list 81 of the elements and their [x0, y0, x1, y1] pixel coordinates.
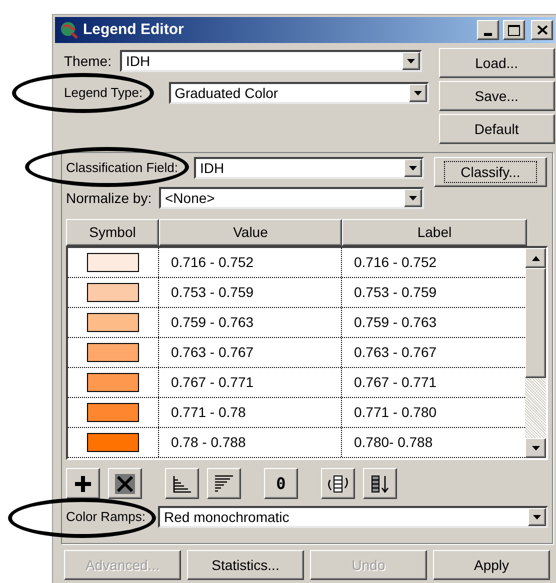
dropdown-value: <None>	[164, 188, 216, 208]
dialog-button[interactable]: Save...	[438, 81, 555, 111]
color-swatch[interactable]	[87, 373, 139, 392]
color-swatch[interactable]	[87, 253, 139, 272]
close-icon	[536, 25, 548, 35]
reverse-order-icon	[370, 474, 390, 494]
dropdown-field[interactable]: Red monochromatic	[158, 506, 548, 528]
table-cell-text: 0.767 - 0.771	[353, 373, 438, 392]
table-cell-text: 0.763 - 0.767	[353, 343, 438, 362]
toolbar-button[interactable]	[363, 468, 397, 499]
caret-icon	[407, 58, 415, 64]
dialog-button[interactable]: Load...	[438, 48, 555, 78]
color-swatch[interactable]	[87, 283, 139, 302]
dialog-button[interactable]: Default	[438, 114, 555, 144]
table-cell: 0.767 - 0.771	[159, 368, 342, 397]
close-button[interactable]	[531, 20, 553, 40]
dropdown-field[interactable]: <None>	[159, 187, 424, 209]
maximize-button[interactable]	[503, 20, 525, 40]
dropdown-value: IDH	[125, 52, 152, 70]
color-swatch[interactable]	[87, 403, 139, 422]
field-label: Legend Type:	[64, 84, 143, 102]
field-label: Normalize by:	[66, 188, 153, 208]
table-cell: 0.753 - 0.759	[159, 278, 342, 307]
toolbar-button[interactable]	[207, 468, 241, 499]
toolbar-button[interactable]	[108, 468, 142, 499]
dropdown-field[interactable]: IDH	[194, 157, 424, 179]
caret-icon	[532, 446, 540, 450]
toolbar-button[interactable]	[321, 468, 355, 499]
table-cell: 0.771 - 0.78	[159, 398, 342, 427]
window-title: Legend Editor	[83, 20, 185, 40]
scroll-up-icon	[532, 256, 540, 260]
sort-descending-icon	[214, 474, 234, 494]
table-cell: 0.78 - 0.788	[159, 428, 342, 457]
caret-icon	[409, 166, 417, 170]
toolbar-button[interactable]: 0	[264, 468, 298, 499]
table-cell-text: 0.716 - 0.752	[353, 253, 438, 272]
table-cell: 0.763 - 0.767	[159, 338, 342, 367]
table-cell-text: 0.771 - 0.780	[353, 403, 438, 422]
table-cell: 0.716 - 0.752	[159, 248, 342, 277]
flip-order-icon	[326, 474, 350, 494]
dropdown-arrow-button[interactable]	[404, 159, 422, 177]
minimize-button[interactable]	[477, 20, 499, 40]
dropdown-arrow-button[interactable]	[528, 508, 546, 526]
table-cell: 0.759 - 0.763	[159, 308, 342, 337]
table-cell-text: 0.759 - 0.763	[353, 313, 438, 332]
minimize-icon	[484, 33, 492, 36]
dropdown-value: Graduated Color	[174, 84, 280, 102]
scrollbar[interactable]	[525, 248, 546, 458]
caret-icon	[409, 196, 417, 200]
table-cell-text: 0.780- 0.788	[353, 433, 434, 452]
dialog-button[interactable]: Apply	[433, 550, 550, 580]
field-label: Classification Field:	[66, 159, 178, 178]
dropdown-arrow-button[interactable]	[408, 84, 427, 102]
table-cell-text: 0.753 - 0.759	[353, 283, 438, 302]
color-swatch[interactable]	[87, 313, 139, 332]
toolbar-button[interactable]	[165, 468, 199, 499]
scroll-thumb[interactable]	[525, 268, 546, 378]
globe-icon	[59, 20, 79, 40]
maximize-icon	[508, 24, 520, 36]
dropdown-field[interactable]: IDH	[120, 50, 422, 72]
dropdown-arrow-button[interactable]	[402, 52, 420, 70]
sort-ascending-icon	[172, 474, 192, 494]
color-swatch[interactable]	[87, 343, 139, 362]
field-label: Color Ramps:	[66, 508, 146, 526]
column-header[interactable]: Value	[159, 219, 342, 246]
toolbar-button[interactable]	[66, 468, 100, 499]
color-swatch[interactable]	[87, 433, 139, 452]
dialog-button[interactable]: Statistics...	[187, 550, 304, 580]
zero-label: 0	[276, 472, 286, 494]
dialog-button[interactable]: Classify...	[434, 157, 547, 187]
delete-icon	[115, 474, 135, 494]
dropdown-value: IDH	[199, 158, 226, 178]
caret-icon	[533, 514, 541, 520]
dropdown-arrow-button[interactable]	[404, 189, 422, 207]
plus-icon	[74, 474, 92, 492]
field-label: Theme:	[64, 52, 112, 70]
column-header[interactable]: Symbol	[66, 219, 159, 246]
dropdown-field[interactable]: Graduated Color	[168, 82, 429, 104]
dropdown-value: Red monochromatic	[163, 508, 290, 526]
column-header[interactable]: Label	[342, 219, 527, 246]
caret-icon	[414, 90, 422, 96]
